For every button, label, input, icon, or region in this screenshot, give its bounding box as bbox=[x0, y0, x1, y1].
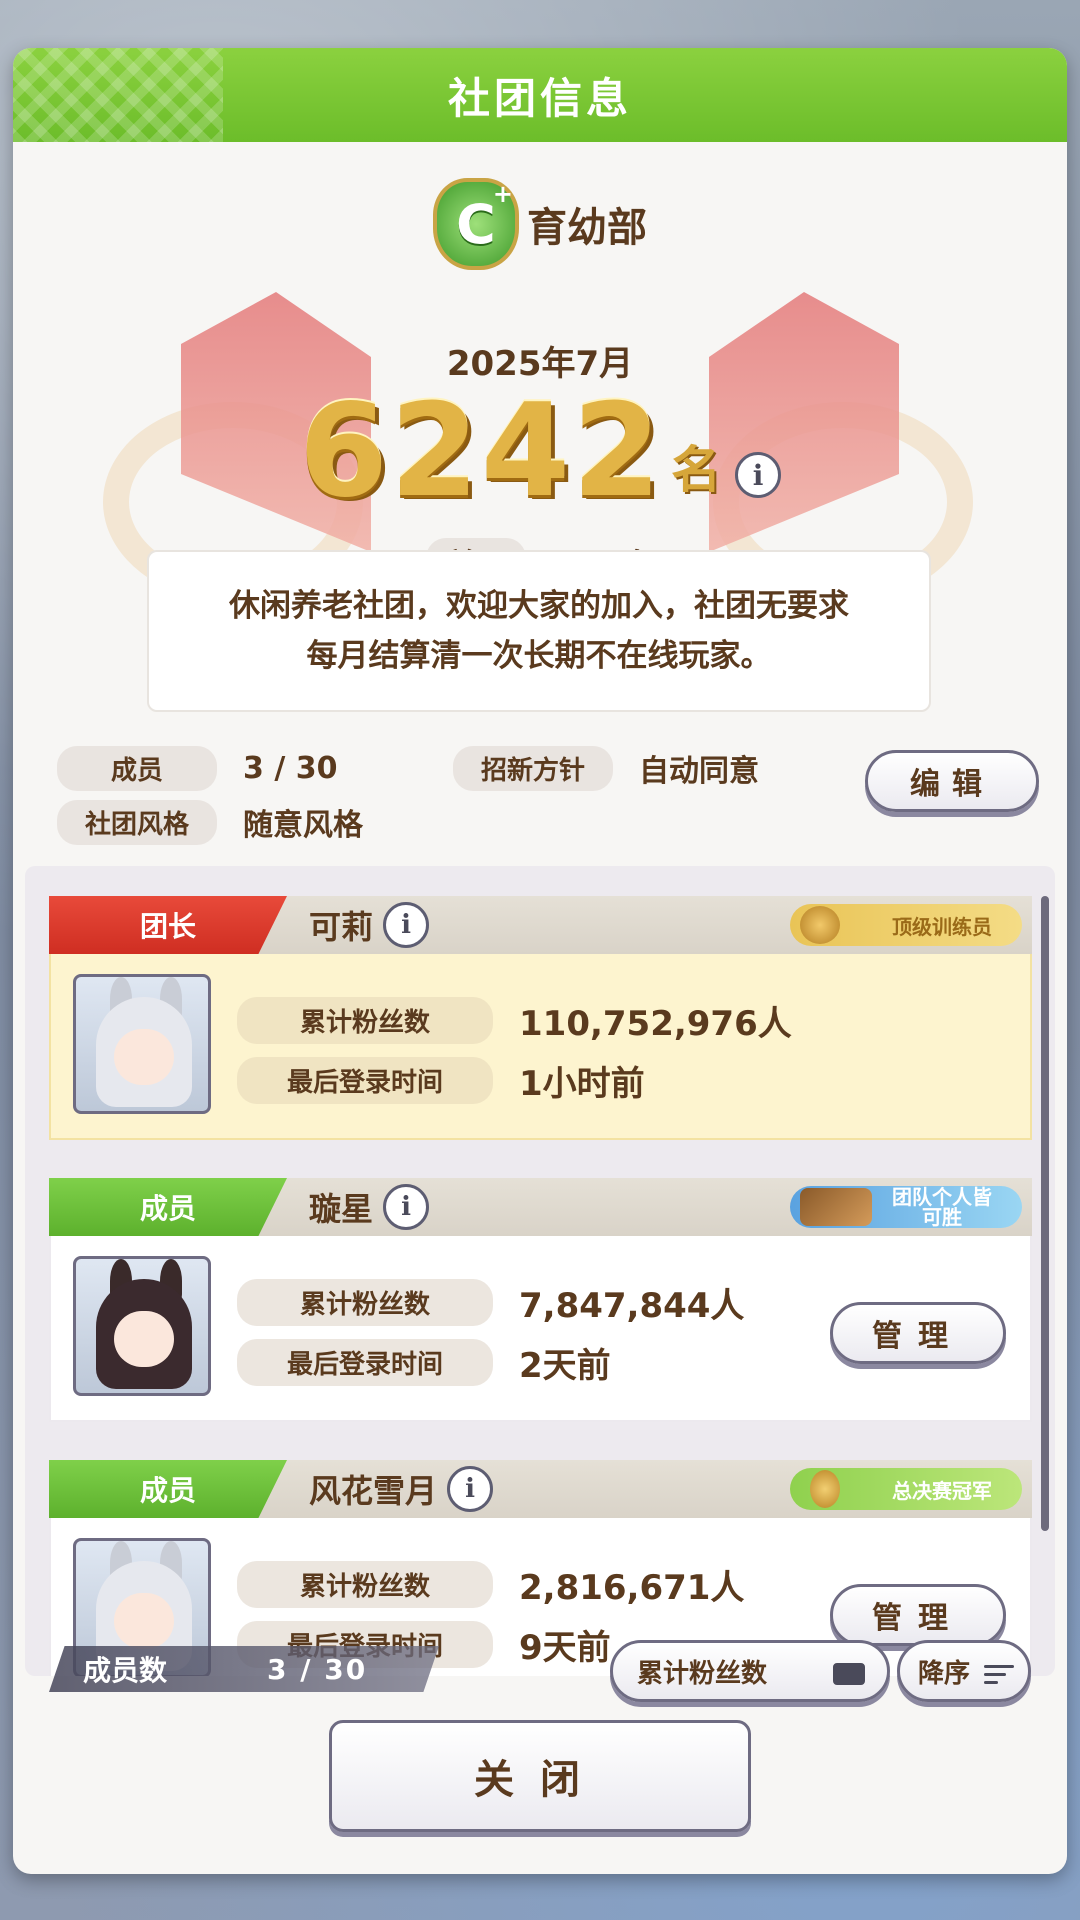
member-count-bar: 成员数 3 / 30 bbox=[49, 1646, 439, 1692]
member-card[interactable]: 团长 可莉 i 顶级训练员 累计粉丝数 110,752,976人 最后登录时间 … bbox=[49, 896, 1032, 1140]
description-line-1: 休闲养老社团，欢迎大家的加入，社团无要求 bbox=[229, 588, 849, 624]
style-value: 随意风格 bbox=[243, 808, 363, 843]
ranking-info-icon[interactable]: i bbox=[735, 452, 782, 498]
edit-button[interactable]: 编辑 bbox=[865, 750, 1039, 812]
club-rank-badge-icon: C + bbox=[433, 178, 519, 270]
last-login-row: 最后登录时间 2天前 bbox=[237, 1338, 611, 1387]
role-tag-leader: 团长 bbox=[49, 896, 287, 954]
last-login-value: 9天前 bbox=[519, 1628, 611, 1668]
fans-value: 2,816,671人 bbox=[519, 1568, 745, 1608]
member-card-header: 成员 风花雪月 i 总决赛冠军 bbox=[49, 1460, 1032, 1518]
manage-button[interactable]: 管理 bbox=[830, 1584, 1006, 1646]
sort-key-button[interactable]: 累计粉丝数 bbox=[610, 1640, 890, 1702]
member-info-icon[interactable]: i bbox=[383, 1184, 430, 1230]
sort-order-label: 降序 bbox=[918, 1658, 971, 1689]
title-badge[interactable]: 顶级训练员 bbox=[790, 904, 1022, 946]
dialog-header: 社团信息 bbox=[13, 48, 1067, 142]
club-info-dialog: 社团信息 C + 育幼部 2025年7月 6242 名 i 前月 6504名 休… bbox=[13, 48, 1067, 1874]
member-name: 风花雪月 bbox=[309, 1472, 438, 1510]
fans-value: 110,752,976人 bbox=[519, 1004, 792, 1044]
member-name: 璇星 bbox=[309, 1190, 374, 1228]
sort-lines-icon bbox=[984, 1665, 1014, 1689]
style-label: 社团风格 bbox=[57, 799, 217, 845]
horse-trophy-icon bbox=[810, 1470, 840, 1508]
fans-label: 累计粉丝数 bbox=[237, 1279, 493, 1326]
member-count-value: 3 / 30 bbox=[267, 1652, 368, 1686]
rank-unit: 名 bbox=[671, 441, 722, 499]
trophy-icon bbox=[800, 906, 840, 944]
member-card-body: 累计粉丝数 7,847,844人 最后登录时间 2天前 管理 bbox=[49, 1236, 1032, 1422]
club-ranking: 6242 名 i bbox=[13, 388, 1067, 516]
member-name: 可莉 bbox=[309, 908, 374, 946]
fans-value: 7,847,844人 bbox=[519, 1286, 745, 1326]
member-avatar[interactable] bbox=[73, 1256, 211, 1396]
members-value: 3 / 30 bbox=[243, 750, 338, 786]
member-count-label: 成员数 bbox=[83, 1654, 168, 1687]
last-login-value: 2天前 bbox=[519, 1346, 611, 1386]
club-name: 育幼部 bbox=[527, 205, 647, 251]
member-info-icon[interactable]: i bbox=[447, 1466, 494, 1512]
manage-button[interactable]: 管理 bbox=[830, 1302, 1006, 1364]
club-description: 休闲养老社团，欢迎大家的加入，社团无要求 每月结算清一次长期不在线玩家。 bbox=[147, 550, 931, 712]
member-card[interactable]: 成员 璇星 i 团队个人皆可胜 累计粉丝数 7,847,844人 最后登录时间 … bbox=[49, 1178, 1032, 1422]
sort-order-button[interactable]: 降序 bbox=[897, 1640, 1031, 1702]
recruit-value: 自动同意 bbox=[639, 754, 759, 789]
role-tag-member: 成员 bbox=[49, 1460, 287, 1518]
title-badge[interactable]: 团队个人皆可胜 bbox=[790, 1186, 1022, 1228]
member-card-header: 成员 璇星 i 团队个人皆可胜 bbox=[49, 1178, 1032, 1236]
characters-icon bbox=[800, 1188, 872, 1226]
sort-key-label: 累计粉丝数 bbox=[637, 1658, 768, 1689]
dialog-title: 社团信息 bbox=[447, 73, 632, 123]
last-login-row: 最后登录时间 1小时前 bbox=[237, 1056, 645, 1105]
last-login-value: 1小时前 bbox=[519, 1064, 645, 1104]
title-badge[interactable]: 总决赛冠军 bbox=[790, 1468, 1022, 1510]
fans-label: 累计粉丝数 bbox=[237, 997, 493, 1044]
close-button[interactable]: 关闭 bbox=[329, 1720, 751, 1832]
fans-row: 累计粉丝数 7,847,844人 bbox=[237, 1278, 744, 1327]
member-list[interactable]: 团长 可莉 i 顶级训练员 累计粉丝数 110,752,976人 最后登录时间 … bbox=[25, 866, 1055, 1676]
member-avatar[interactable] bbox=[73, 974, 211, 1114]
last-login-label: 最后登录时间 bbox=[237, 1339, 493, 1386]
description-line-2: 每月结算清一次长期不在线玩家。 bbox=[306, 638, 772, 674]
member-card[interactable]: 成员 风花雪月 i 总决赛冠军 累计粉丝数 2,816,671人 9天前 管理 bbox=[49, 1460, 1032, 1676]
member-card-header: 团长 可莉 i 顶级训练员 bbox=[49, 896, 1032, 954]
rank-number: 6242 bbox=[298, 377, 664, 526]
recruit-label: 招新方针 bbox=[453, 745, 613, 791]
members-label: 成员 bbox=[57, 745, 217, 791]
fans-label: 累计粉丝数 bbox=[237, 1561, 493, 1608]
cards-icon bbox=[833, 1663, 865, 1685]
member-list-scrollbar[interactable] bbox=[1041, 896, 1049, 1531]
fans-row: 累计粉丝数 110,752,976人 bbox=[237, 996, 792, 1045]
role-tag-member: 成员 bbox=[49, 1178, 287, 1236]
fans-row: 累计粉丝数 2,816,671人 bbox=[237, 1560, 744, 1609]
member-card-body: 累计粉丝数 110,752,976人 最后登录时间 1小时前 bbox=[49, 954, 1032, 1140]
club-heading: C + 育幼部 bbox=[13, 178, 1067, 270]
member-info-icon[interactable]: i bbox=[383, 902, 430, 948]
last-login-label: 最后登录时间 bbox=[237, 1057, 493, 1104]
